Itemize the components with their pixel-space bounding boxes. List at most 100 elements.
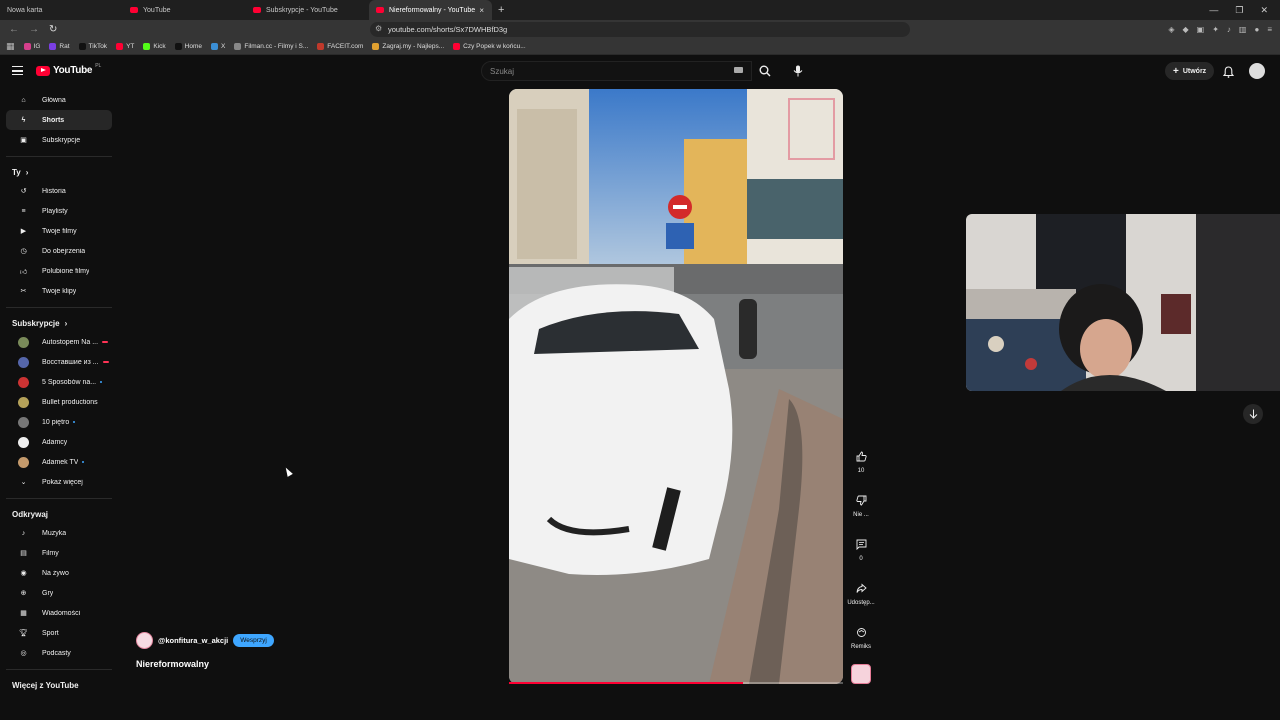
- search-input[interactable]: Szukaj: [481, 61, 752, 81]
- sidebar-item-explore-3[interactable]: ⊕ Gry: [6, 583, 112, 603]
- bookmark-item[interactable]: IG: [23, 43, 40, 50]
- sidebar-item-explore-4[interactable]: ▦ Wiadomości: [6, 603, 112, 623]
- address-bar[interactable]: ⚙ youtube.com/shorts/Sx7DWHBfD3g: [370, 22, 910, 37]
- subscriptions-section-title[interactable]: Subskrypcje ›: [0, 314, 118, 332]
- extension-icon[interactable]: ▣: [1197, 20, 1205, 39]
- media-icon[interactable]: ♪: [1227, 20, 1231, 39]
- bookmark-item[interactable]: Filman.cc - Filmy i S...: [234, 43, 308, 50]
- channel-handle[interactable]: @konfitura_w_akcji: [158, 636, 228, 645]
- comments-button[interactable]: 0: [845, 534, 877, 578]
- browser-tab[interactable]: Nowa karta: [0, 0, 123, 20]
- close-window-icon[interactable]: ✕: [1260, 0, 1268, 20]
- sound-thumbnail[interactable]: [851, 664, 871, 684]
- short-video-player[interactable]: [509, 89, 843, 684]
- channel-avatar: [18, 416, 29, 428]
- profile-icon[interactable]: ●: [1254, 20, 1259, 39]
- subscription-item[interactable]: Adamek TV: [6, 452, 112, 472]
- bookmark-item[interactable]: TikTok: [78, 43, 107, 50]
- sidebar-item-explore-5[interactable]: 🏆︎ Sport: [6, 623, 112, 643]
- sidebar-item-label: Historia: [42, 187, 66, 195]
- restore-icon[interactable]: ❐: [1235, 0, 1243, 20]
- new-tab-button[interactable]: +: [498, 4, 504, 16]
- browser-tab[interactable]: Niereformowalny - YouTube ×: [369, 0, 492, 20]
- bookmark-item[interactable]: Zagraj.my - Najleps...: [372, 43, 444, 50]
- short-title[interactable]: Niereformowalny: [136, 659, 209, 669]
- sidebar-item-main-0[interactable]: ⌂ Główna: [6, 90, 112, 110]
- bookmark-item[interactable]: Home: [174, 43, 202, 50]
- account-avatar[interactable]: [1249, 63, 1265, 79]
- support-button[interactable]: Wesprzyj: [233, 634, 274, 647]
- back-icon[interactable]: ←: [9, 24, 19, 35]
- voice-search-button[interactable]: [787, 61, 809, 81]
- bookmark-item[interactable]: Czy Popek w końcu...: [453, 43, 526, 50]
- subscription-item[interactable]: 10 piętro: [6, 412, 112, 432]
- bookmark-item[interactable]: FACEIT.com: [317, 43, 363, 50]
- sidebar-item-label: Filmy: [42, 549, 59, 557]
- sidebar-item-you-0[interactable]: ↺ Historia: [6, 181, 112, 201]
- bookmark-label: Home: [184, 43, 202, 50]
- show-more-button[interactable]: ⌄ Pokaż więcej: [6, 472, 112, 492]
- news-icon: ▦: [20, 610, 27, 617]
- browser-tab[interactable]: YouTube: [123, 0, 246, 20]
- puzzle-icon[interactable]: ✦: [1212, 20, 1219, 39]
- extension-icon[interactable]: ◆: [1183, 20, 1189, 39]
- menu-icon[interactable]: [12, 66, 23, 75]
- subscription-item[interactable]: Восставшие из ...: [6, 352, 112, 372]
- sidebar-item-main-1[interactable]: ϟ Shorts: [6, 110, 112, 130]
- bookmark-item[interactable]: Kick: [143, 43, 166, 50]
- subscription-item[interactable]: Autostopem Na ...: [6, 332, 112, 352]
- sidebar-icon[interactable]: ▥: [1239, 20, 1247, 39]
- channel-avatar[interactable]: [136, 632, 153, 649]
- subscription-item[interactable]: 5 Sposobów na...: [6, 372, 112, 392]
- subscription-item[interactable]: Adamcy: [6, 432, 112, 452]
- mouse-cursor: [283, 466, 293, 477]
- sidebar-item-explore-2[interactable]: ◉ Na żywo: [6, 563, 112, 583]
- notifications-button[interactable]: [1220, 64, 1236, 80]
- bookmark-favicon-icon: [174, 43, 182, 50]
- sidebar-item-you-3[interactable]: ◷ Do obejrzenia: [6, 241, 112, 261]
- sidebar-item-you-4[interactable]: 👍︎ Polubione filmy: [6, 261, 112, 281]
- bookmark-item[interactable]: YT: [116, 43, 134, 50]
- you-section-title[interactable]: Ty ›: [0, 163, 118, 181]
- sidebar-item-label: Na żywo: [42, 569, 69, 577]
- gaming-icon: ⊕: [20, 590, 27, 597]
- dislike-button[interactable]: Nie ...: [845, 490, 877, 534]
- bookmark-item[interactable]: X: [211, 43, 225, 50]
- sidebar-item-explore-6[interactable]: ◎ Podcasty: [6, 643, 112, 663]
- keyboard-icon[interactable]: [734, 67, 743, 73]
- sidebar-item-label: Główna: [42, 96, 66, 104]
- extension-icon[interactable]: ◈: [1168, 20, 1174, 39]
- forward-icon[interactable]: →: [29, 24, 39, 35]
- divider: [6, 498, 112, 499]
- browser-tab[interactable]: Subskrypcje - YouTube: [246, 0, 369, 20]
- minimize-icon[interactable]: —: [1209, 0, 1218, 20]
- sidebar-item-label: Polubione filmy: [42, 267, 90, 275]
- bookmark-item[interactable]: Rat: [49, 43, 70, 50]
- tab-label: YouTube: [143, 6, 171, 14]
- like-button[interactable]: 10: [845, 446, 877, 490]
- close-tab-icon[interactable]: ×: [479, 6, 484, 15]
- reload-icon[interactable]: ↻: [49, 24, 57, 35]
- bookmark-label: Filman.cc - Filmy i S...: [244, 43, 309, 50]
- sidebar-item-explore-1[interactable]: ▤ Filmy: [6, 543, 112, 563]
- sidebar-item-you-1[interactable]: ≡ Playlisty: [6, 201, 112, 221]
- remix-button[interactable]: Remiks: [845, 622, 877, 666]
- youtube-logo[interactable]: YouTube PL: [36, 63, 101, 76]
- yt-header: YouTube PL Szukaj + Utwórz: [0, 56, 1280, 88]
- sidebar-item-main-2[interactable]: ▣ Subskrypcje: [6, 130, 112, 150]
- sidebar-item-explore-0[interactable]: ♪ Muzyka: [6, 523, 112, 543]
- search-button[interactable]: [752, 61, 778, 81]
- bookmark-favicon-icon: [116, 43, 124, 50]
- menu-icon[interactable]: ≡: [1267, 20, 1272, 39]
- apps-icon[interactable]: ▦: [6, 41, 15, 52]
- video-progress-bar[interactable]: [509, 682, 843, 684]
- youtube-play-icon: [36, 65, 50, 76]
- next-short-button[interactable]: [1243, 404, 1263, 424]
- create-button[interactable]: + Utwórz: [1165, 62, 1215, 80]
- you-title: Ty: [12, 167, 21, 177]
- subscription-item[interactable]: Bullet productions: [6, 392, 112, 412]
- sidebar-item-you-2[interactable]: ▶ Twoje filmy: [6, 221, 112, 241]
- site-info-icon[interactable]: ⚙: [375, 24, 382, 33]
- sidebar-item-you-5[interactable]: ✂ Twoje klipy: [6, 281, 112, 301]
- share-button[interactable]: Udostęp...: [845, 578, 877, 622]
